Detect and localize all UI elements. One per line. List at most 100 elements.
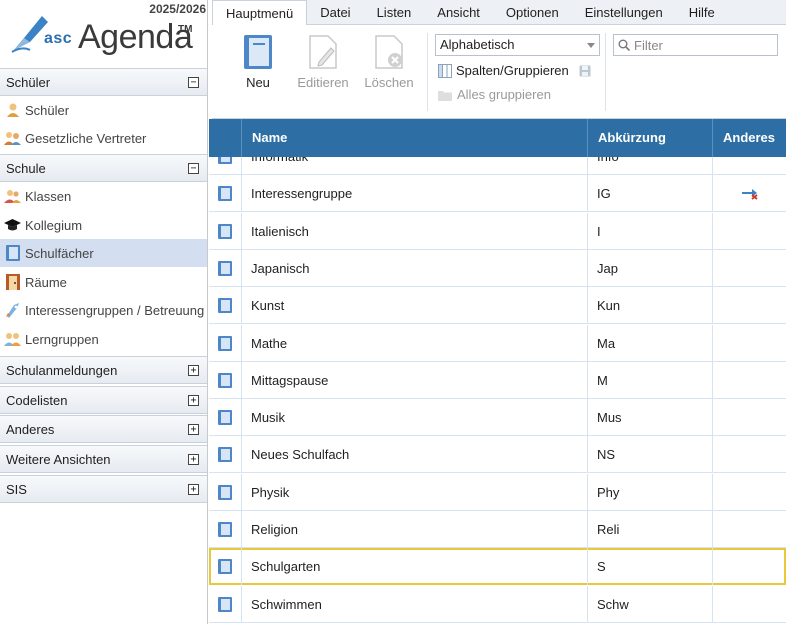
sort-order-value: Alphabetisch [440, 37, 515, 52]
sidebar-item-klassen[interactable]: Klassen [0, 182, 207, 210]
section-anderes[interactable]: Anderes + [0, 415, 207, 443]
expand-icon[interactable]: + [188, 424, 199, 435]
subject-abbreviation-cell: Phy [588, 473, 713, 511]
group-all-button[interactable]: Alles gruppieren [438, 87, 551, 102]
subject-other-cell [713, 511, 786, 548]
expand-icon[interactable]: + [188, 484, 199, 495]
subject-abbreviation-cell: Schw [588, 585, 713, 623]
subject-book-icon [218, 335, 232, 351]
room-door-icon [4, 274, 21, 291]
section-label: Schulanmeldungen [6, 362, 118, 378]
table-row[interactable]: Kunst Kun [209, 287, 786, 325]
subject-cell-icon [209, 324, 242, 362]
sidebar-item-label: Klassen [25, 188, 72, 204]
sidebar-item-label: Kollegium [25, 217, 83, 233]
table-row[interactable]: Musik Mus [209, 399, 786, 437]
column-header-other[interactable]: Anderes [713, 119, 786, 157]
expand-icon[interactable]: + [188, 395, 199, 406]
expand-icon[interactable]: + [188, 454, 199, 465]
classes-icon [4, 188, 21, 205]
section-schule[interactable]: Schule − [0, 154, 207, 182]
menu-bar: Hauptmenü Datei Listen Ansicht Optionen … [212, 0, 786, 26]
tab-optionen[interactable]: Optionen [493, 0, 572, 25]
expand-icon[interactable]: + [188, 365, 199, 376]
tab-ansicht[interactable]: Ansicht [424, 0, 493, 25]
link-icon[interactable] [741, 188, 759, 200]
new-button[interactable]: Neu [228, 35, 288, 90]
section-sis[interactable]: SIS + [0, 475, 207, 503]
save-icon[interactable] [579, 65, 591, 77]
subject-cell-icon [209, 585, 242, 623]
subject-cell-icon [209, 175, 242, 213]
sort-order-select[interactable]: Alphabetisch [435, 34, 600, 56]
columns-group-button[interactable]: Spalten/Gruppieren [438, 63, 591, 78]
subject-book-icon [218, 298, 232, 314]
delete-button[interactable]: Löschen [359, 35, 419, 90]
subject-name-cell: Musik [242, 399, 588, 437]
subject-abbreviation-cell: Ma [588, 324, 713, 362]
tab-hauptmenue[interactable]: Hauptmenü [212, 0, 308, 26]
subject-abbreviation-cell: I [588, 212, 713, 250]
section-schueler[interactable]: Schüler − [0, 68, 207, 96]
school-year-label: 2025/2026 [149, 2, 206, 16]
filter-input[interactable] [634, 37, 774, 53]
subject-cell-icon [209, 548, 242, 586]
table-row[interactable]: InformatikInfo [209, 157, 786, 175]
sidebar-item-kollegium[interactable]: Kollegium [0, 211, 207, 239]
table-row[interactable]: Religion Reli [209, 511, 786, 548]
table-row[interactable]: Mittagspause M [209, 361, 786, 399]
sidebar-item-interessengruppen[interactable]: Interessengruppen / Betreuung [0, 296, 207, 324]
delete-document-icon [375, 35, 403, 69]
subjects-table: Name Abkürzung Anderes InformatikInfoInt… [209, 119, 786, 624]
icon-column-header[interactable] [209, 119, 242, 157]
tab-hilfe[interactable]: Hilfe [676, 0, 728, 25]
subject-book-icon [218, 559, 232, 575]
subject-cell-icon [209, 249, 242, 287]
subject-cell-icon [209, 473, 242, 511]
table-row[interactable]: Interessengruppe IG [209, 175, 786, 213]
table-row[interactable]: Schwimmen Schw [209, 585, 786, 623]
collapse-icon[interactable]: − [188, 77, 199, 88]
subject-name-cell: Japanisch [242, 249, 588, 287]
sidebar-item-gesetzliche-vertreter[interactable]: Gesetzliche Vertreter [0, 124, 207, 152]
section-label: Schule [6, 160, 46, 176]
subject-abbreviation-cell: Mus [588, 399, 713, 437]
subject-name-cell: Informatik [242, 157, 588, 175]
sidebar-item-lerngruppen[interactable]: Lerngruppen [0, 325, 207, 353]
sidebar-item-schueler[interactable]: Schüler [0, 96, 207, 124]
subject-other-cell [713, 548, 786, 585]
table-row[interactable]: Schulgarten S [209, 548, 786, 586]
sidebar-item-schulfaecher[interactable]: Schulfächer [0, 239, 207, 267]
subject-cell-icon [209, 399, 242, 437]
column-header-name[interactable]: Name [242, 119, 588, 157]
subject-name-cell: Mathe [242, 324, 588, 362]
subject-other-cell [713, 325, 786, 362]
study-group-icon [4, 331, 21, 348]
subject-other-cell [713, 213, 786, 250]
section-weitere-ansichten[interactable]: Weitere Ansichten + [0, 445, 207, 473]
table-row[interactable]: Italienisch I [209, 212, 786, 250]
sidebar-item-label: Räume [25, 274, 67, 290]
sidebar-item-label: Interessengruppen / Betreuung [25, 302, 205, 318]
logo-asc-text: asc [44, 30, 73, 47]
tab-einstellungen[interactable]: Einstellungen [572, 0, 676, 25]
collapse-icon[interactable]: − [188, 163, 199, 174]
column-header-abbreviation[interactable]: Abkürzung [588, 119, 713, 157]
sidebar-item-raeume[interactable]: Räume [0, 268, 207, 296]
table-row[interactable]: Neues Schulfach NS [209, 436, 786, 474]
section-label: Weitere Ansichten [6, 451, 111, 467]
table-row[interactable]: Physik Phy [209, 473, 786, 511]
filter-field[interactable] [613, 34, 778, 56]
group-all-label: Alles gruppieren [457, 87, 551, 102]
table-row[interactable]: Japanisch Jap [209, 249, 786, 287]
section-codelisten[interactable]: Codelisten + [0, 386, 207, 414]
tab-datei[interactable]: Datei [307, 0, 363, 25]
edit-button[interactable]: Editieren [293, 35, 353, 90]
subject-cell-icon [209, 157, 242, 175]
subject-other-cell [713, 250, 786, 287]
section-schulanmeldungen[interactable]: Schulanmeldungen + [0, 356, 207, 384]
subject-abbreviation-cell: Kun [588, 287, 713, 325]
table-header: Name Abkürzung Anderes [209, 119, 786, 157]
table-row[interactable]: Mathe Ma [209, 324, 786, 362]
tab-listen[interactable]: Listen [364, 0, 425, 25]
